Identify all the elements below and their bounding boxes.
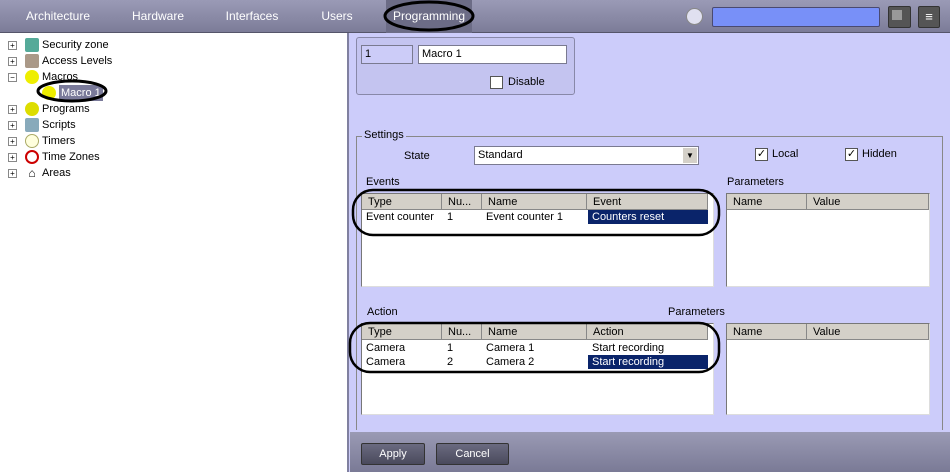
tree-label: Areas	[42, 167, 71, 179]
object-id-field: 1	[361, 45, 413, 64]
scripts-icon	[25, 118, 39, 132]
hexagon-icon[interactable]	[686, 8, 703, 25]
table-cell[interactable]: Event counter	[362, 210, 434, 224]
top-nav: Architecture Hardware Interfaces Users P…	[0, 0, 950, 33]
hidden-label: Hidden	[862, 148, 897, 160]
tree-label: Scripts	[42, 119, 76, 131]
tab-interfaces[interactable]: Interfaces	[212, 0, 292, 33]
tab-users[interactable]: Users	[307, 0, 367, 33]
tree-label: Time Zones	[42, 151, 100, 163]
time-zones-icon	[25, 150, 39, 164]
table-cell[interactable]: Camera 2	[482, 355, 534, 369]
tree-label: Timers	[42, 135, 76, 147]
menu-icon[interactable]: ≡	[918, 6, 940, 28]
column-header[interactable]: Name	[482, 324, 587, 340]
access-levels-icon	[25, 54, 39, 68]
tab-programming[interactable]: Programming	[386, 0, 472, 33]
column-header[interactable]: Value	[807, 194, 929, 210]
column-header[interactable]: Nu...	[442, 324, 482, 340]
column-header[interactable]: Name	[727, 194, 807, 210]
object-name-field[interactable]: Macro 1	[418, 45, 567, 64]
disable-checkbox[interactable]	[490, 76, 503, 89]
column-header[interactable]: Name	[482, 194, 587, 210]
action-parameters-label: Parameters	[668, 306, 725, 318]
settings-title: Settings	[362, 129, 406, 141]
table-cell[interactable]: Camera 1	[482, 341, 534, 355]
local-checkbox[interactable]: ✓	[755, 148, 768, 161]
column-header[interactable]: Action	[587, 324, 708, 340]
search-input[interactable]	[712, 7, 880, 27]
table-cell[interactable]: Counters reset	[588, 210, 708, 224]
security-zone-icon	[25, 38, 39, 52]
table-cell[interactable]: Event counter 1	[482, 210, 563, 224]
hidden-checkbox[interactable]: ✓	[845, 148, 858, 161]
events-table[interactable]: Type Nu... Name Event Event counter 1 Ev…	[361, 193, 714, 287]
event-parameters-label: Parameters	[727, 176, 784, 188]
table-cell[interactable]: 1	[443, 341, 453, 355]
areas-icon: ⌂	[28, 166, 36, 180]
table-cell[interactable]: Camera	[362, 355, 405, 369]
table-cell[interactable]: Start recording	[588, 355, 708, 369]
table-cell[interactable]: Camera	[362, 341, 405, 355]
tree-label: Security zone	[42, 39, 109, 51]
programs-icon	[25, 102, 39, 116]
macros-icon	[25, 70, 39, 84]
timers-icon	[25, 134, 39, 148]
table-cell[interactable]: 2	[443, 355, 453, 369]
chevron-down-icon[interactable]: ▼	[683, 148, 697, 163]
state-select[interactable]: Standard ▼	[474, 146, 699, 165]
column-header[interactable]: Event	[587, 194, 708, 210]
column-header[interactable]: Nu...	[442, 194, 482, 210]
column-header[interactable]: Type	[362, 324, 442, 340]
disable-label: Disable	[508, 76, 545, 88]
tree-label: Programs	[42, 103, 90, 115]
tree-label: Access Levels	[42, 55, 113, 67]
events-label: Events	[366, 176, 400, 188]
object-tree: + Security zone + Access Levels − Macros Ma…	[0, 33, 349, 472]
column-header[interactable]: Name	[727, 324, 807, 340]
action-label: Action	[367, 306, 398, 318]
local-label: Local	[772, 148, 799, 160]
apply-button[interactable]: Apply	[361, 443, 425, 465]
tab-architecture[interactable]: Architecture	[18, 0, 98, 33]
layout-grid-icon[interactable]	[888, 6, 911, 28]
tab-hardware[interactable]: Hardware	[118, 0, 198, 33]
action-parameters-table[interactable]: Name Value	[726, 323, 930, 415]
event-parameters-table[interactable]: Name Value	[726, 193, 930, 287]
column-header[interactable]: Type	[362, 194, 442, 210]
macro-icon	[42, 86, 56, 100]
table-cell[interactable]: Start recording	[588, 341, 664, 355]
state-label: State	[404, 150, 430, 162]
cancel-button[interactable]: Cancel	[436, 443, 509, 465]
table-cell[interactable]: 1	[443, 210, 453, 224]
bottom-bar: Apply Cancel	[350, 432, 950, 472]
tree-label: Macros	[42, 71, 79, 83]
tree-label: Macro 1	[59, 85, 103, 101]
actions-table[interactable]: Type Nu... Name Action Camera 1 Camera 1…	[361, 323, 714, 415]
column-header[interactable]: Value	[807, 324, 929, 340]
state-value: Standard	[478, 149, 523, 161]
